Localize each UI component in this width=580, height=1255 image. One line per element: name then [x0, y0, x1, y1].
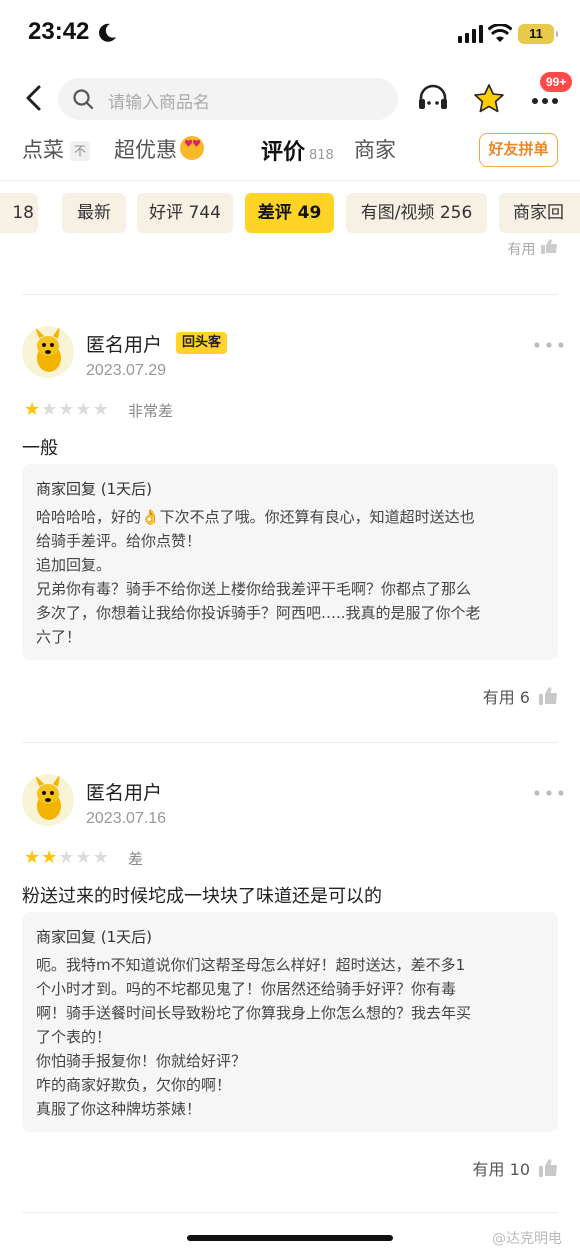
reply-header: 商家回复 (1天后) — [36, 480, 153, 498]
reply-line: 啊！骑手送餐时间长导致粉坨了你算我身上你怎么想的？我去年买 — [36, 1004, 472, 1022]
kangaroo-avatar-icon — [35, 774, 61, 820]
merchant-reply: 商家回复 (1天后) 哈哈哈哈，好的👌下次不点了哦。你还算有良心，知道超时送达也… — [22, 464, 558, 660]
divider — [22, 1212, 558, 1213]
star-rating: ★★★★★ — [24, 399, 110, 420]
filter-chip-negative[interactable]: 差评 49 — [245, 193, 334, 233]
reviewer-name: 匿名用户 — [86, 334, 163, 356]
divider — [22, 742, 558, 743]
rating-text: 差 — [128, 850, 144, 868]
useful-count: 有用 6 — [482, 688, 530, 707]
star-empty-icon: ★ — [92, 847, 109, 868]
filter-chip-latest[interactable]: 最新 — [62, 193, 126, 233]
reply-body: 呃。我特m不知道说你们这帮圣母怎么样好！超时送达，差不多1 个小时才到。吗的不坨… — [36, 953, 544, 1121]
wifi-icon — [488, 24, 512, 42]
status-bar: 23:42 11 — [0, 0, 580, 66]
star-filled-icon: ★ — [24, 399, 41, 420]
useful-button[interactable]: 有用 6 — [483, 684, 558, 708]
prev-useful-text: 有用 — [508, 238, 558, 256]
reply-line: 真服了你这种牌坊茶婊！ — [36, 1100, 202, 1118]
thumbs-up-icon — [541, 239, 557, 254]
star-filled-icon: ★ — [41, 847, 58, 868]
filter-chip-merchant-reply[interactable]: 商家回 — [499, 193, 580, 233]
reply-line: 个小时才到。吗的不坨都见鬼了！你居然还给骑手好评？你有毒 — [36, 980, 457, 998]
filter-chip-media[interactable]: 有图/视频 256 — [346, 193, 487, 233]
group-order-button[interactable]: 好友拼单 — [479, 133, 558, 167]
reviewer-name: 匿名用户 — [86, 782, 163, 804]
review-content: 粉送过来的时候坨成一块块了味道还是可以的 — [22, 886, 382, 907]
message-badge: 99+ — [540, 72, 573, 92]
kangaroo-avatar-icon — [35, 326, 61, 372]
divider — [0, 180, 580, 181]
reply-line: 给骑手差评。给你点赞！ — [36, 532, 202, 550]
home-indicator — [187, 1235, 393, 1241]
thumbs-up-icon — [539, 687, 557, 705]
reply-line: 六了！ — [36, 628, 82, 646]
star-empty-icon: ★ — [75, 847, 92, 868]
reply-body: 哈哈哈哈，好的👌下次不点了哦。你还算有良心，知道超时送达也 给骑手差评。给你点赞… — [36, 505, 544, 649]
battery-icon: 11 — [518, 24, 558, 44]
filter-chip-all[interactable]: 18 — [0, 193, 38, 233]
reply-line: 你怕骑手报复你！你就给好评？ — [36, 1052, 247, 1070]
star-empty-icon: ★ — [41, 399, 58, 420]
tab-reviews[interactable]: 评价 818 — [261, 134, 334, 166]
tab-merchant[interactable]: 商家 — [354, 134, 396, 164]
search-icon — [73, 89, 94, 110]
useful-count: 有用 10 — [472, 1160, 530, 1179]
review-more-icon[interactable] — [534, 790, 564, 796]
star-rating: ★★★★★ — [24, 847, 110, 868]
star-empty-icon: ★ — [58, 847, 75, 868]
merchant-reply: 商家回复 (1天后) 呃。我特m不知道说你们这帮圣母怎么样好！超时送达，差不多1… — [22, 912, 558, 1132]
reply-line: 多次了，你想着让我给你投诉骑手？阿西吧…..我真的是服了你个老 — [36, 604, 481, 622]
signal-icon — [458, 25, 483, 43]
tab-deals[interactable]: 超优惠 — [114, 134, 204, 164]
filter-chip-positive[interactable]: 好评 744 — [137, 193, 233, 233]
review-date: 2023.07.16 — [86, 810, 167, 827]
reply-line: 了个表的！ — [36, 1028, 112, 1046]
review-content: 一般 — [22, 438, 58, 459]
reply-line: 哈哈哈哈，好的👌下次不点了哦。你还算有良心，知道超时送达也 — [36, 508, 475, 526]
tab-order-mini: 不 — [70, 141, 90, 161]
reply-line: 追加回复。 — [36, 556, 112, 574]
avatar — [22, 774, 74, 826]
review-date: 2023.07.29 — [86, 362, 167, 379]
tab-reviews-count: 818 — [309, 148, 334, 163]
tab-order[interactable]: 点菜不 — [22, 134, 90, 164]
reply-line: 兄弟你有毒？骑手不给你送上楼你给我差评干毛啊？你都点了那么 — [36, 580, 472, 598]
back-arrow-icon[interactable] — [22, 84, 48, 112]
thumbs-up-icon — [539, 1159, 557, 1177]
customer-service-icon[interactable] — [416, 82, 450, 116]
reply-header: 商家回复 (1天后) — [36, 928, 153, 946]
reply-line: 呃。我特m不知道说你们这帮圣母怎么样好！超时送达，差不多1 — [36, 956, 466, 974]
moon-icon — [99, 23, 116, 42]
tab-deals-label: 超优惠 — [114, 138, 177, 162]
star-empty-icon: ★ — [75, 399, 92, 420]
avatar — [22, 326, 74, 378]
review-more-icon[interactable] — [534, 342, 564, 348]
rating-text: 非常差 — [128, 402, 174, 420]
search-bar[interactable]: 请输入商品名 — [58, 78, 398, 120]
useful-button[interactable]: 有用 10 — [473, 1156, 558, 1180]
star-empty-icon: ★ — [92, 399, 109, 420]
divider — [22, 294, 558, 295]
tab-merchant-label: 商家 — [354, 138, 396, 162]
favorite-star-icon[interactable] — [472, 82, 506, 116]
tab-order-label: 点菜 — [22, 138, 64, 162]
heart-eyes-emoji-icon — [180, 136, 204, 160]
watermark: @达克明电 — [492, 1231, 562, 1247]
review-filters: 18 最新 好评 744 差评 49 有图/视频 256 商家回 — [0, 193, 580, 233]
reply-line: 咋的商家好欺负，欠你的啊！ — [36, 1076, 232, 1094]
status-time: 23:42 — [28, 18, 90, 45]
star-filled-icon: ★ — [24, 847, 41, 868]
tab-reviews-label: 评价 — [261, 140, 306, 165]
star-empty-icon: ★ — [58, 399, 75, 420]
search-placeholder: 请输入商品名 — [108, 93, 210, 113]
returning-customer-badge: 回头客 — [176, 332, 228, 354]
